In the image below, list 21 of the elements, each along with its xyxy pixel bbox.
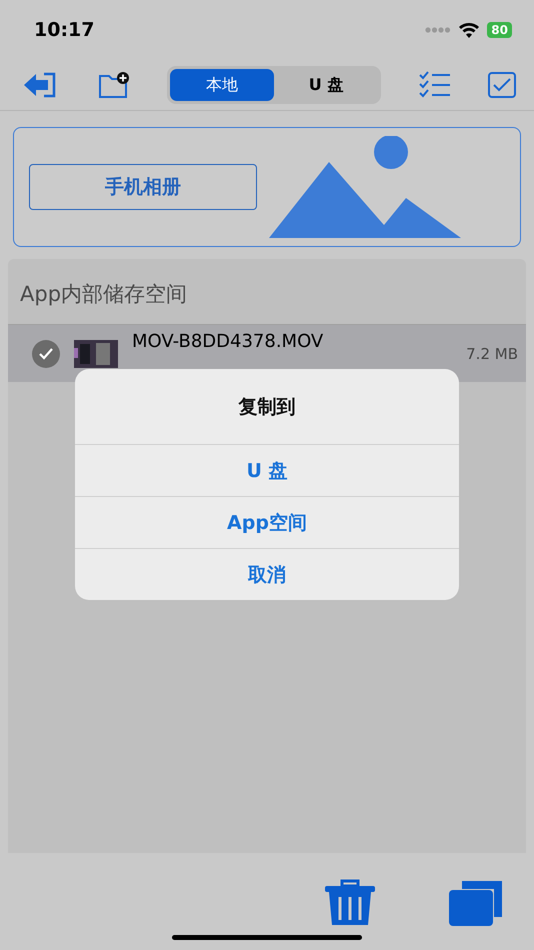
- section-title: App内部储存空间: [19, 281, 188, 308]
- dialog-title: 复制到: [237, 394, 296, 420]
- file-name: MOV-B8DD4378.MOV: [132, 331, 324, 352]
- dialog-option[interactable]: 取消: [75, 548, 459, 600]
- dialog-option[interactable]: U 盘: [75, 444, 459, 496]
- file-size: 7.2 MB: [466, 344, 518, 362]
- status-time: 10:17: [34, 19, 94, 41]
- image-icon: [269, 136, 463, 238]
- battery-level: 80: [487, 22, 512, 38]
- checkbox-icon[interactable]: [488, 72, 516, 98]
- checklist-icon[interactable]: [418, 71, 450, 99]
- check-icon[interactable]: [32, 340, 60, 368]
- album-button[interactable]: 手机相册: [29, 164, 257, 210]
- new-folder-icon[interactable]: [98, 71, 130, 99]
- segment-tab[interactable]: U 盘: [274, 69, 378, 101]
- segment-tab[interactable]: 本地: [170, 69, 274, 101]
- signal-icon: [425, 27, 452, 33]
- wifi-icon: [459, 22, 480, 38]
- video-thumbnail-icon: [74, 340, 118, 368]
- dialog-option[interactable]: App空间: [75, 496, 459, 548]
- trash-icon[interactable]: [324, 879, 376, 927]
